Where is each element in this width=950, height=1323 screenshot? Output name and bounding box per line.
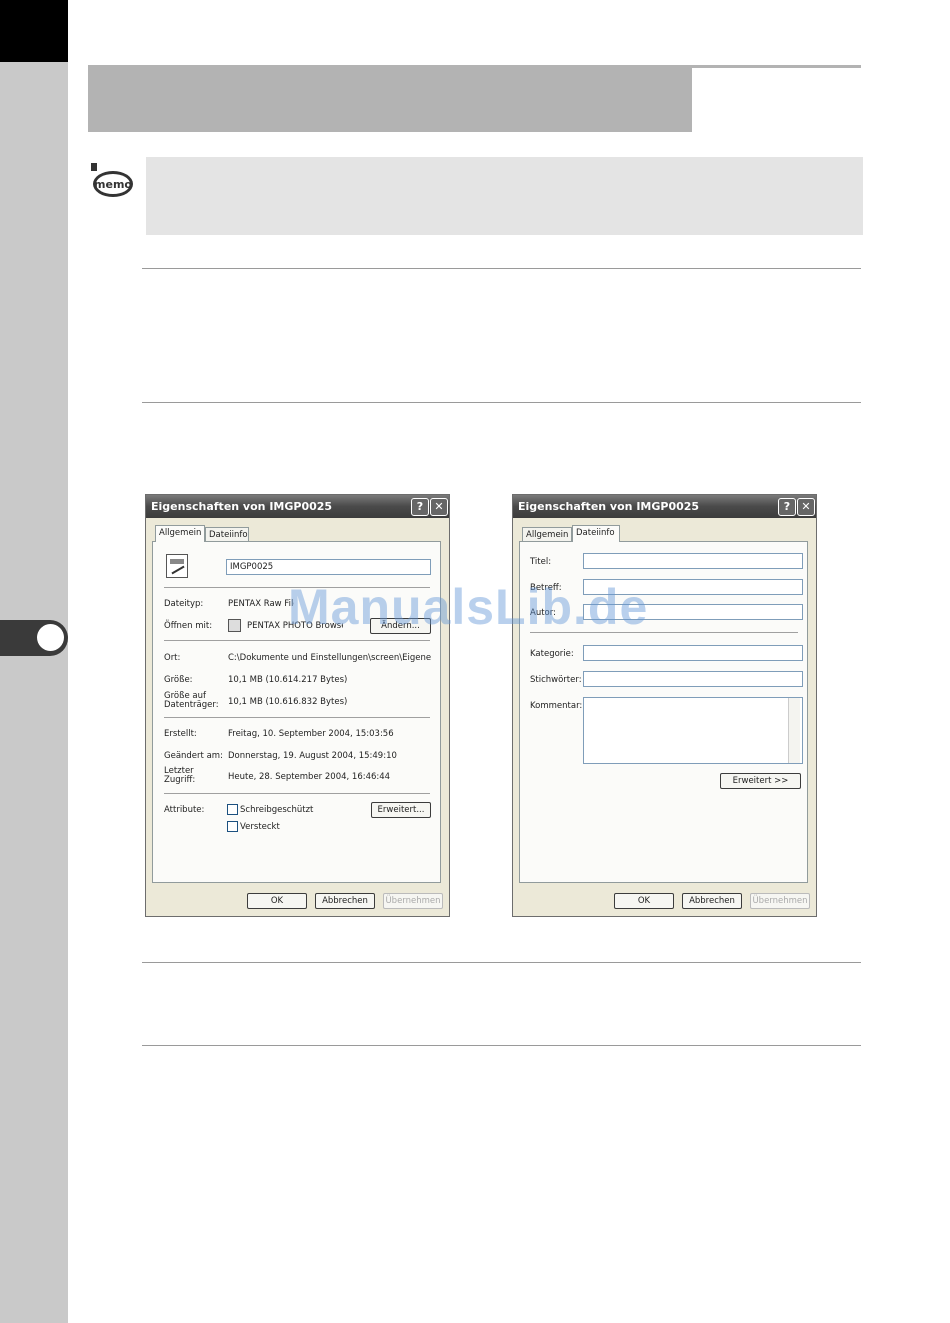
browser-app-icon bbox=[228, 619, 241, 632]
advanced-button[interactable]: Erweitert... bbox=[371, 802, 431, 818]
open-with-label: Öffnen mit: bbox=[164, 621, 213, 631]
apply-button[interactable]: Übernehmen bbox=[383, 893, 443, 909]
advanced-expand-button[interactable]: Erweitert >> bbox=[720, 773, 801, 789]
modified-label: Geändert am: bbox=[164, 751, 223, 761]
keywords-label: Stichwörter: bbox=[530, 675, 582, 685]
disk-size-label: Größe auf Datenträger: bbox=[164, 691, 219, 710]
cancel-button[interactable]: Abbrechen bbox=[315, 893, 375, 909]
size-value: 10,1 MB (10.614.217 Bytes) bbox=[228, 675, 348, 685]
memo-icon-text: memo bbox=[94, 178, 132, 191]
cancel-button[interactable]: Abbrechen bbox=[682, 893, 742, 909]
apply-button[interactable]: Übernehmen bbox=[750, 893, 810, 909]
divider-1 bbox=[142, 268, 861, 269]
separator bbox=[164, 793, 430, 794]
close-button[interactable]: ✕ bbox=[430, 498, 448, 516]
tab-dateiinfo[interactable]: Dateiinfo bbox=[205, 527, 249, 541]
accessed-label: Letzter Zugriff: bbox=[164, 766, 196, 785]
dialog-title: Eigenschaften von IMGP0025 bbox=[151, 500, 333, 513]
memo-box bbox=[146, 157, 863, 235]
category-field[interactable] bbox=[583, 645, 803, 661]
disk-size-value: 10,1 MB (10.616.832 Bytes) bbox=[228, 697, 348, 707]
dialog-title: Eigenschaften von IMGP0025 bbox=[518, 500, 700, 513]
tab-dateiinfo[interactable]: Dateiinfo bbox=[572, 525, 620, 542]
tab-allgemein[interactable]: Allgemein bbox=[522, 527, 572, 541]
properties-dialog-fileinfo: Eigenschaften von IMGP0025 ? ✕ Allgemein… bbox=[512, 494, 817, 917]
modified-value: Donnerstag, 19. August 2004, 15:49:10 bbox=[228, 751, 397, 761]
attributes-label: Attribute: bbox=[164, 805, 205, 815]
divider-4 bbox=[142, 1045, 861, 1046]
chapter-dot bbox=[37, 624, 64, 651]
keywords-field[interactable] bbox=[583, 671, 803, 687]
divider-2 bbox=[142, 402, 861, 403]
hidden-label: Versteckt bbox=[240, 822, 280, 832]
section-header-box bbox=[88, 65, 692, 132]
tab-allgemein[interactable]: Allgemein bbox=[155, 525, 205, 542]
help-button[interactable]: ? bbox=[778, 498, 796, 516]
section-header-line bbox=[692, 65, 861, 68]
help-button[interactable]: ? bbox=[411, 498, 429, 516]
raw-file-icon bbox=[166, 554, 188, 578]
created-label: Erstellt: bbox=[164, 729, 197, 739]
chapter-marker bbox=[0, 620, 68, 656]
filetype-value: PENTAX Raw File bbox=[228, 599, 294, 609]
title-field[interactable] bbox=[583, 553, 803, 569]
ok-button[interactable]: OK bbox=[247, 893, 307, 909]
ok-button[interactable]: OK bbox=[614, 893, 674, 909]
chapter-black-tab bbox=[0, 0, 68, 62]
category-label: Kategorie: bbox=[530, 649, 574, 659]
watermark: ManualsLib.de bbox=[288, 579, 649, 635]
readonly-checkbox[interactable] bbox=[227, 804, 238, 815]
dialog-titlebar: Eigenschaften von IMGP0025 ? ✕ bbox=[513, 495, 816, 518]
accessed-value: Heute, 28. September 2004, 16:46:44 bbox=[228, 772, 391, 782]
close-button[interactable]: ✕ bbox=[797, 498, 815, 516]
location-label: Ort: bbox=[164, 653, 181, 663]
size-label: Größe: bbox=[164, 675, 193, 685]
title-label: Titel: bbox=[530, 557, 552, 567]
separator bbox=[164, 640, 430, 641]
location-value: C:\Dokumente und Einstellungen\screen\Ei… bbox=[228, 653, 431, 663]
divider-3 bbox=[142, 962, 861, 963]
created-value: Freitag, 10. September 2004, 15:03:56 bbox=[228, 729, 394, 739]
comment-label: Kommentar: bbox=[530, 701, 583, 711]
filetype-label: Dateityp: bbox=[164, 599, 204, 609]
comment-textarea[interactable] bbox=[583, 697, 803, 764]
page-side-bar bbox=[0, 0, 68, 1323]
memo-icon: memo bbox=[91, 163, 133, 197]
hidden-checkbox[interactable] bbox=[227, 821, 238, 832]
comment-scrollbar[interactable] bbox=[788, 698, 800, 763]
dialog-titlebar: Eigenschaften von IMGP0025 ? ✕ bbox=[146, 495, 449, 518]
properties-dialog-general: Eigenschaften von IMGP0025 ? ✕ Allgemein… bbox=[145, 494, 450, 917]
readonly-label: Schreibgeschützt bbox=[240, 805, 314, 815]
filename-field[interactable]: IMGP0025 bbox=[226, 559, 431, 575]
separator bbox=[164, 717, 430, 718]
